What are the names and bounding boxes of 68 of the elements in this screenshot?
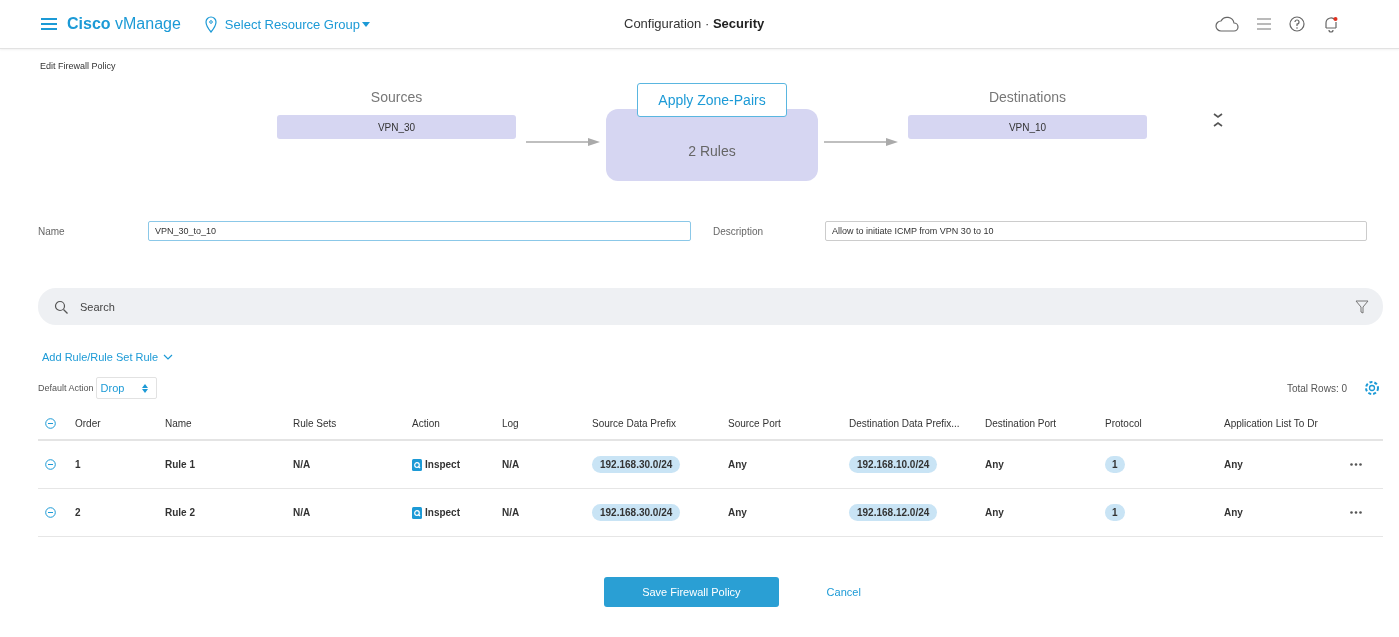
rules-block[interactable]: 2 Rules [606,109,818,181]
table-cell: Any [985,507,1004,518]
inspect-icon [412,506,422,519]
table-cell: N/A [502,459,520,470]
column-header[interactable]: Name [165,417,192,429]
protocol-tag: 1 [1105,456,1125,473]
table-cell: N/A [293,459,311,470]
column-header[interactable]: Destination Data Prefix... [849,417,960,429]
inspect-icon [412,458,422,471]
location-pin-icon [204,15,217,33]
column-header[interactable]: Protocol [1105,417,1142,429]
table-cell: 1 [75,459,81,470]
table-cell: Rule 1 [165,459,195,470]
prefix-tag: 192.168.10.0/24 [849,456,938,473]
table-cell: 2 [75,507,81,518]
prefix-tag: 192.168.30.0/24 [592,504,681,521]
table-cell: Any [985,459,1004,470]
description-field[interactable]: Allow to initiate ICMP from VPN 30 to 10 [825,221,1367,241]
column-header[interactable]: Log [502,417,519,429]
search-field[interactable]: Search [78,299,1345,314]
field-label: Description [713,225,765,237]
column-header[interactable]: Source Port [728,417,781,429]
column-header[interactable]: Application List To Dr [1224,417,1318,429]
notification-bell-icon[interactable] [1323,15,1339,33]
table-cell: Rule 2 [165,507,195,518]
table-cell: Any [1224,459,1243,470]
column-header[interactable]: Destination Port [985,417,1057,429]
section-title: Edit Firewall Policy [40,61,117,71]
filter-icon[interactable] [1355,299,1369,314]
table-cell: N/A [502,507,520,518]
caret-icon [163,354,174,360]
collapse-icon[interactable] [45,507,56,518]
field-label: Name [38,225,66,237]
prefix-tag: 192.168.30.0/24 [592,456,681,473]
zone-block[interactable]: VPN_30 [277,115,516,139]
column-header[interactable]: Source Data Prefix [592,417,676,429]
collapse-icon[interactable] [45,459,56,470]
table-cell: Any [728,507,747,518]
collapse-expand-icon[interactable] [1213,113,1223,127]
collapse-icon[interactable] [45,417,56,429]
total-rows-count: Total Rows: 0 [1286,382,1347,394]
search-bar[interactable]: Search [38,288,1383,325]
column-header[interactable]: Action [412,417,440,429]
help-icon[interactable] [1289,16,1305,32]
table-cell: Any [728,459,747,470]
action-text: Inspect [425,459,460,470]
column-header[interactable]: Order [75,417,101,429]
search-icon [54,299,68,314]
page-title: Configuration · Security [624,16,765,31]
table-cell: Any [1224,507,1243,518]
settings-icon[interactable] [1363,379,1381,397]
more-options-icon[interactable] [1350,508,1362,517]
menu-icon[interactable] [41,18,57,30]
column-heading: Destinations [988,89,1066,105]
caret-icon [362,21,370,27]
table-cell: N/A [293,507,311,518]
action-text: Inspect [425,507,460,518]
field-label: Default Action [38,383,94,393]
sort-arrows-icon [142,383,149,393]
more-options-icon[interactable] [1350,460,1362,469]
prefix-tag: 192.168.12.0/24 [849,504,938,521]
column-heading: Sources [370,89,423,105]
cloud-icon[interactable] [1215,16,1239,32]
list-icon[interactable] [1257,17,1271,31]
name-field[interactable]: VPN_30_to_10 [148,221,691,241]
protocol-tag: 1 [1105,504,1125,521]
column-header[interactable]: Rule Sets [293,417,337,429]
zone-block[interactable]: VPN_10 [908,115,1147,139]
